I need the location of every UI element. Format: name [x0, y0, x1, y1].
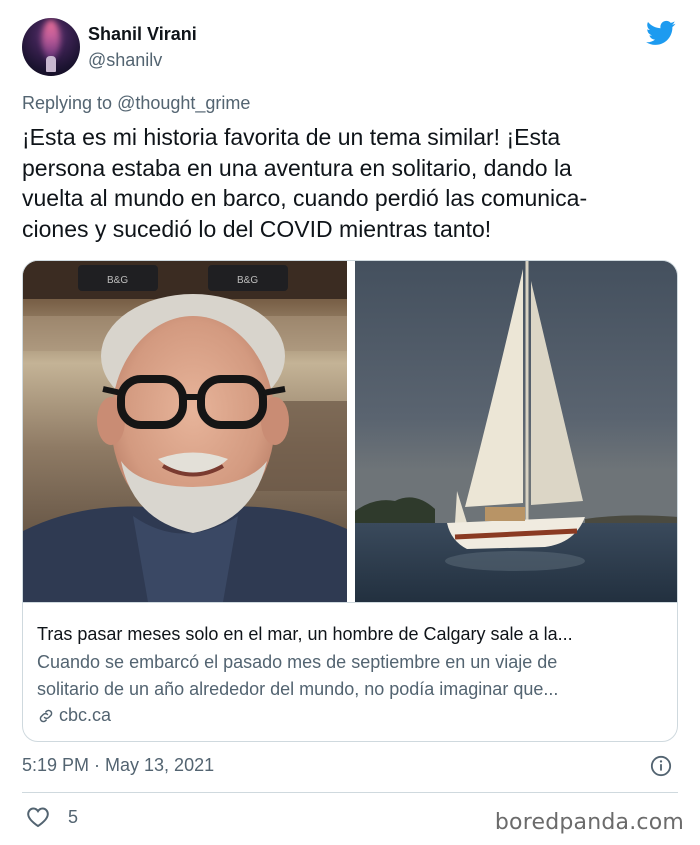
reply-mention-link[interactable]: @thought_grime: [117, 93, 250, 113]
author-name[interactable]: Shanil Virani: [88, 24, 197, 45]
tweet-line: ¡Esta es mi historia favorita de un tema…: [22, 124, 561, 150]
info-icon[interactable]: [650, 755, 672, 777]
tweet-line: vuelta al mundo en barco, cuando perdió …: [22, 185, 588, 211]
card-description: Cuando se embarcó el pasado mes de septi…: [37, 649, 677, 703]
author-handle[interactable]: @shanilv: [88, 50, 162, 71]
tweet-header: Shanil Virani @shanilv: [22, 18, 682, 78]
man-photo: B&G B&G: [23, 261, 347, 602]
replying-to: Replying to @thought_grime: [22, 93, 250, 114]
card-domain[interactable]: cbc.ca: [37, 705, 677, 726]
card-images[interactable]: B&G B&G: [23, 261, 677, 602]
heart-icon[interactable]: [26, 806, 50, 828]
twitter-bird-icon[interactable]: [644, 18, 678, 48]
card-description-line: Cuando se embarcó el pasado mes de septi…: [37, 652, 558, 672]
card-title[interactable]: Tras pasar meses solo en el mar, un homb…: [37, 621, 677, 647]
like-action[interactable]: 5: [26, 806, 78, 828]
divider: [22, 792, 678, 793]
replying-prefix: Replying to: [22, 93, 113, 113]
instrument-label: B&G: [107, 275, 128, 286]
tweet-line: persona estaba en una aventura en solita…: [22, 154, 572, 181]
avatar[interactable]: [22, 18, 80, 76]
sailboat-photo: [355, 261, 677, 602]
watermark: boredpanda.com: [494, 810, 684, 835]
link-icon: [39, 709, 53, 722]
card-description-line: solitario de un año alrededor del mundo,…: [37, 679, 559, 699]
card-domain-text: cbc.ca: [59, 705, 112, 725]
instrument-label: B&G: [237, 275, 258, 286]
avatar-light-streak: [42, 20, 60, 60]
avatar-figure: [46, 56, 56, 72]
link-preview-card[interactable]: B&G B&G Tras pasar meses solo en el mar,…: [22, 260, 678, 742]
like-count: 5: [68, 806, 79, 827]
tweet-line: ciones y sucedió lo del COVID mientras t…: [22, 215, 492, 242]
card-text[interactable]: Tras pasar meses solo en el mar, un homb…: [23, 602, 677, 741]
tweet-timestamp[interactable]: 5:19 PM · May 13, 2021: [22, 755, 214, 776]
tweet-text: ¡Esta es mi historia favorita de un tema…: [22, 122, 682, 244]
